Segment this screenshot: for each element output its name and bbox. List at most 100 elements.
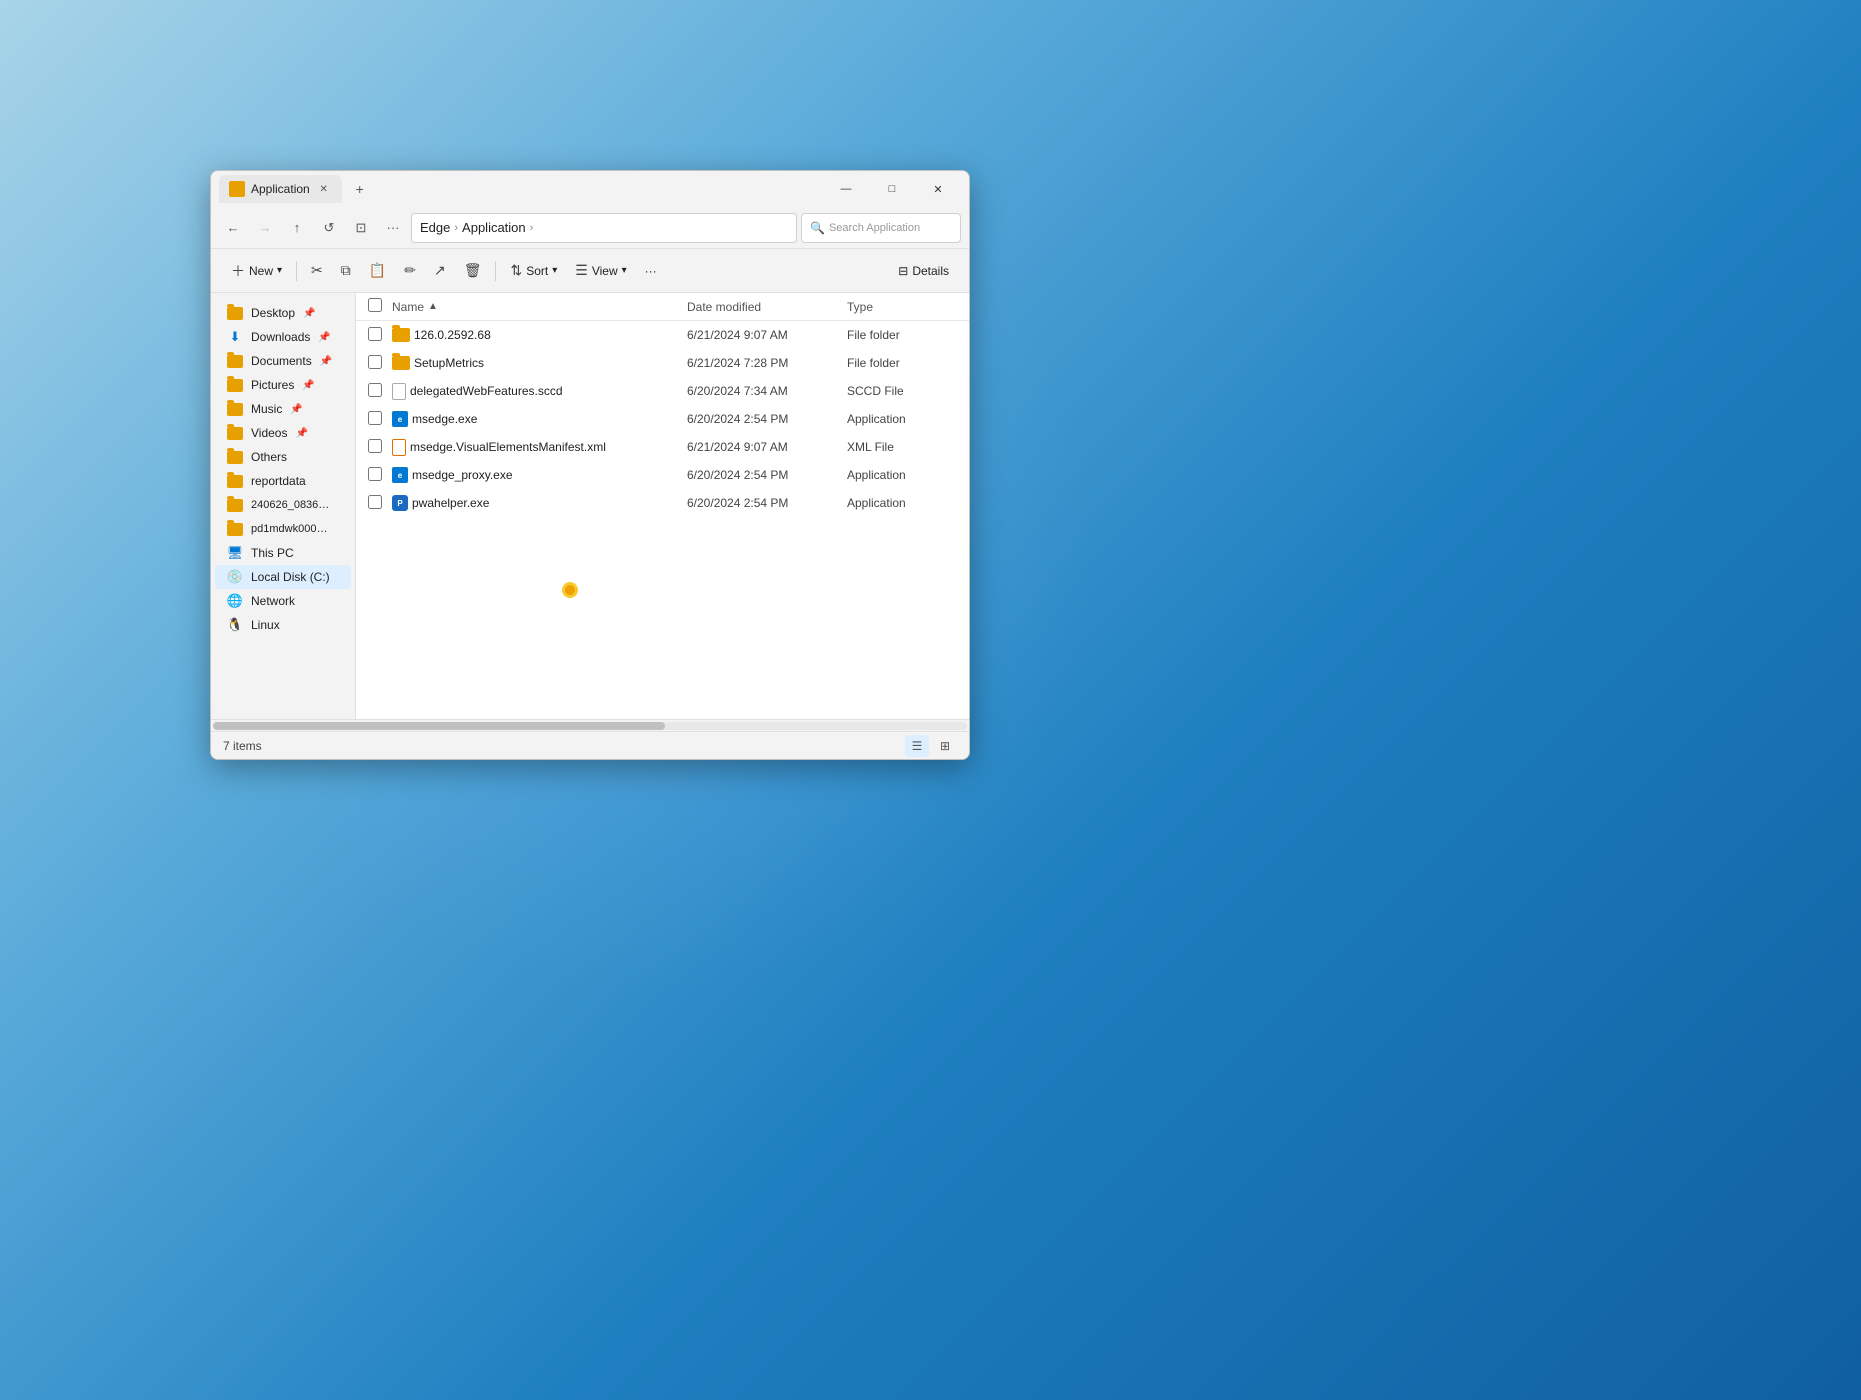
forward-button[interactable]: →	[251, 214, 279, 242]
new-button[interactable]: ＋ New ▾	[223, 255, 290, 287]
more-toolbar-button[interactable]: ···	[637, 255, 665, 287]
more-options-button[interactable]: ···	[379, 214, 407, 242]
row-checkbox[interactable]	[368, 467, 392, 484]
folder-icon	[392, 328, 410, 342]
sidebar-240626-label: 240626_083605…	[251, 499, 331, 511]
sidebar-item-network[interactable]: 🌐 Network	[215, 589, 351, 613]
copy-button[interactable]: ⧉	[333, 255, 359, 287]
grid-view-button[interactable]: ⊞	[933, 735, 957, 757]
cut-button[interactable]: ✂	[303, 255, 331, 287]
breadcrumb-application[interactable]: Application	[462, 220, 526, 235]
new-label: New	[249, 264, 273, 278]
table-row[interactable]: e msedge_proxy.exe 6/20/2024 2:54 PM App…	[356, 461, 969, 489]
breadcrumb[interactable]: Edge › Application ›	[411, 213, 797, 243]
active-tab[interactable]: Application ✕	[219, 175, 342, 203]
sort-arrow-icon: ▲	[428, 301, 438, 312]
breadcrumb-sep-2: ›	[530, 222, 534, 234]
sidebar-item-videos[interactable]: Videos 📌	[215, 421, 351, 445]
share-icon: ↗	[434, 262, 446, 279]
tab-close-button[interactable]: ✕	[316, 181, 332, 197]
sidebar-desktop-label: Desktop	[251, 306, 295, 320]
sidebar-item-music[interactable]: Music 📌	[215, 397, 351, 421]
sort-button[interactable]: ⇅ Sort ▾	[502, 255, 565, 287]
row-checkbox[interactable]	[368, 439, 392, 456]
row-checkbox[interactable]	[368, 327, 392, 344]
table-row[interactable]: delegatedWebFeatures.sccd 6/20/2024 7:34…	[356, 377, 969, 405]
maximize-button[interactable]: □	[869, 173, 915, 205]
row-name-cell: e msedge.exe	[392, 411, 687, 427]
header-date[interactable]: Date modified	[687, 300, 847, 314]
row-checkbox[interactable]	[368, 355, 392, 372]
row-checkbox[interactable]	[368, 495, 392, 512]
sidebar-item-downloads[interactable]: ⬇ Downloads 📌	[215, 325, 351, 349]
sidebar-item-desktop[interactable]: Desktop 📌	[215, 301, 351, 325]
sidebar-item-reportdata[interactable]: reportdata	[215, 469, 351, 493]
240626-icon	[227, 497, 243, 513]
search-icon: 🔍	[810, 221, 825, 235]
cut-icon: ✂	[311, 262, 323, 279]
minimize-button[interactable]: —	[823, 173, 869, 205]
table-row[interactable]: 126.0.2592.68 6/21/2024 9:07 AM File fol…	[356, 321, 969, 349]
sidebar: Desktop 📌 ⬇ Downloads 📌 Documents 📌	[211, 293, 356, 719]
doc-icon	[392, 383, 406, 400]
close-button[interactable]: ✕	[915, 173, 961, 205]
sidebar-item-pd1mdwk[interactable]: pd1mdwk00081C	[215, 517, 351, 541]
refresh-button[interactable]: ↺	[315, 214, 343, 242]
table-row[interactable]: msedge.VisualElementsManifest.xml 6/21/2…	[356, 433, 969, 461]
details-label: Details	[912, 264, 949, 278]
header-date-label: Date modified	[687, 300, 761, 314]
file-name: pwahelper.exe	[412, 496, 489, 510]
sidebar-item-linux[interactable]: 🐧 Linux	[215, 613, 351, 637]
up-button[interactable]: ↑	[283, 214, 311, 242]
search-box[interactable]: 🔍 Search Application	[801, 213, 961, 243]
sidebar-item-pictures[interactable]: Pictures 📌	[215, 373, 351, 397]
row-name-cell: msedge.VisualElementsManifest.xml	[392, 439, 687, 456]
scroll-thumb[interactable]	[213, 722, 665, 730]
share-button[interactable]: ↗	[426, 255, 454, 287]
sidebar-item-others[interactable]: Others	[215, 445, 351, 469]
header-checkbox[interactable]	[368, 298, 392, 315]
header-type-label: Type	[847, 300, 873, 314]
sidebar-pd1mdwk-label: pd1mdwk00081C	[251, 523, 331, 535]
videos-icon	[227, 425, 243, 441]
view-button[interactable]: ☰ View ▾	[567, 255, 634, 287]
sidebar-item-thispc[interactable]: 🖥 This PC	[215, 541, 351, 565]
table-row[interactable]: SetupMetrics 6/21/2024 7:28 PM File fold…	[356, 349, 969, 377]
delete-button[interactable]: 🗑	[456, 255, 490, 287]
list-view-button[interactable]: ☰	[905, 735, 929, 757]
breadcrumb-edge[interactable]: Edge	[420, 220, 450, 235]
select-all-checkbox[interactable]	[368, 298, 382, 312]
header-type[interactable]: Type	[847, 300, 957, 314]
view-icon: ☰	[575, 262, 588, 279]
item-count: 7 items	[223, 739, 262, 753]
file-name: 126.0.2592.68	[414, 328, 491, 342]
row-date-cell: 6/20/2024 7:34 AM	[687, 384, 847, 398]
row-checkbox[interactable]	[368, 411, 392, 428]
breadcrumb-sep-1: ›	[454, 222, 458, 234]
sidebar-pictures-label: Pictures	[251, 378, 294, 392]
empty-space[interactable]	[356, 517, 969, 719]
details-button[interactable]: ⊟ Details	[890, 255, 957, 287]
header-name[interactable]: Name ▲	[392, 300, 687, 314]
row-type-cell: SCCD File	[847, 384, 957, 398]
desktop-icon	[227, 305, 243, 321]
view-label: View	[592, 264, 618, 278]
new-tab-button[interactable]: +	[346, 175, 374, 203]
rename-button[interactable]: ✏	[396, 255, 424, 287]
paste-button[interactable]: 📋	[361, 255, 394, 287]
pd1mdwk-icon	[227, 521, 243, 537]
sidebar-item-240626[interactable]: 240626_083605…	[215, 493, 351, 517]
sidebar-item-documents[interactable]: Documents 📌	[215, 349, 351, 373]
view-switcher-button[interactable]: ⊡	[347, 214, 375, 242]
row-checkbox[interactable]	[368, 383, 392, 400]
back-button[interactable]: ←	[219, 214, 247, 242]
pictures-icon	[227, 377, 243, 393]
sidebar-item-localdisk[interactable]: 💿 Local Disk (C:)	[215, 565, 351, 589]
pwa-icon: P	[392, 495, 408, 511]
toolbar-separator-2	[495, 261, 496, 281]
table-row[interactable]: e msedge.exe 6/20/2024 2:54 PM Applicati…	[356, 405, 969, 433]
horizontal-scrollbar[interactable]	[211, 719, 969, 731]
row-type-cell: XML File	[847, 440, 957, 454]
table-row[interactable]: P pwahelper.exe 6/20/2024 2:54 PM Applic…	[356, 489, 969, 517]
new-chevron-icon: ▾	[277, 265, 282, 276]
